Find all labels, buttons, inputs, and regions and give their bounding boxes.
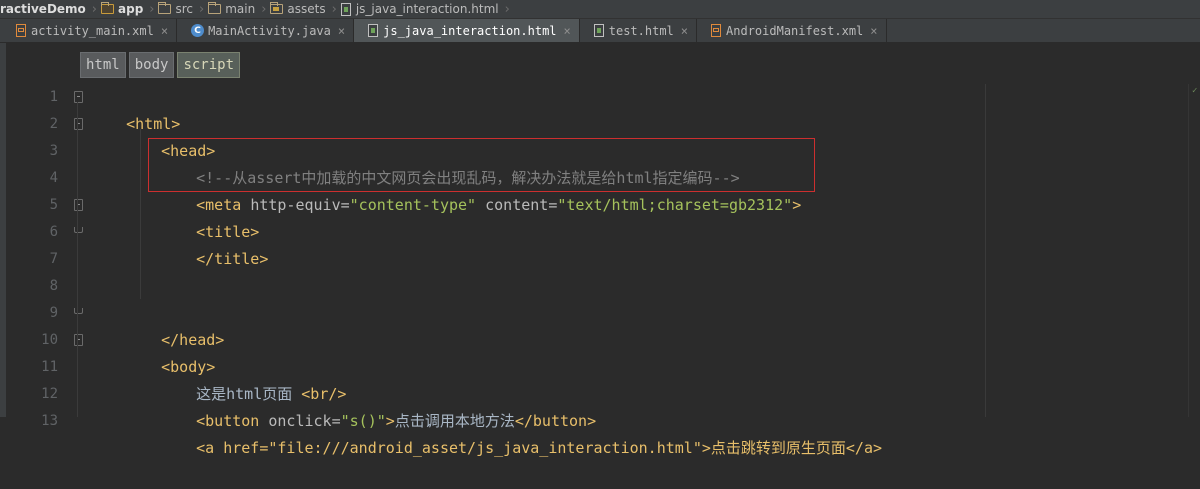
folder-icon bbox=[158, 2, 172, 14]
line-number: 10 bbox=[41, 332, 58, 348]
tab-js-java-interaction-html[interactable]: js_java_interaction.html × bbox=[354, 19, 580, 42]
value-token: "content-type" bbox=[349, 196, 477, 214]
annotation-highlight-box bbox=[148, 138, 815, 192]
fold-toggle-icon[interactable] bbox=[74, 199, 83, 211]
tab-label: MainActivity.java bbox=[208, 23, 331, 38]
code-line-12: <button onclick="s()">点击调用本地方法</button> bbox=[160, 381, 596, 430]
line-number-gutter: 1 2 3 4 5 6 7 8 9 10 11 12 13 bbox=[6, 84, 83, 429]
code-line-6: </title> bbox=[160, 219, 268, 268]
tag-chip-html[interactable]: html bbox=[80, 52, 126, 78]
html-file-icon bbox=[368, 24, 379, 37]
breadcrumb-assets[interactable]: assets bbox=[268, 0, 329, 18]
right-margin-guide bbox=[985, 84, 986, 417]
value-token: "text/html;charset=gb2312" bbox=[557, 196, 793, 214]
tab-label: js_java_interaction.html bbox=[383, 23, 557, 38]
breadcrumb-project[interactable]: ractiveDemo bbox=[0, 0, 90, 18]
tab-test-html[interactable]: test.html × bbox=[580, 19, 698, 42]
code-editor[interactable]: <html> <head> <!--从assert中加载的中文网页会出现乱码，解… bbox=[77, 84, 990, 457]
breadcrumb-src-label: src bbox=[175, 2, 194, 16]
fold-toggle-icon[interactable] bbox=[74, 334, 83, 346]
breadcrumb-app[interactable]: app bbox=[99, 0, 147, 18]
tab-label: activity_main.xml bbox=[31, 23, 154, 38]
code-line-10: <body> bbox=[125, 327, 215, 376]
line-number: 12 bbox=[41, 386, 58, 402]
attribute-token: http-equiv= bbox=[250, 196, 350, 214]
fold-toggle-icon[interactable] bbox=[74, 118, 83, 130]
xml-file-icon bbox=[16, 24, 26, 37]
navigation-breadcrumb: ractiveDemo › app › src › main › assets … bbox=[0, 0, 1200, 19]
breadcrumb-main-label: main bbox=[225, 2, 256, 16]
java-class-icon: C bbox=[191, 24, 205, 37]
breadcrumb-separator-icon: › bbox=[91, 1, 97, 17]
code-line-2: <head> bbox=[125, 111, 215, 160]
module-folder-icon bbox=[101, 2, 114, 14]
tag-chip-body[interactable]: body bbox=[128, 52, 175, 78]
line-number: 7 bbox=[49, 251, 58, 267]
fold-end-icon[interactable] bbox=[74, 308, 83, 314]
tag-token: <a href="file:///android_asset/js_java_i… bbox=[196, 439, 883, 457]
editor-tab-bar: activity_main.xml × C MainActivity.java … bbox=[0, 19, 1200, 43]
line-number: 8 bbox=[49, 278, 58, 294]
line-number: 13 bbox=[41, 413, 58, 429]
breadcrumb-app-label: app bbox=[118, 2, 144, 16]
breadcrumb-file-label: js_java_interaction.html bbox=[355, 2, 499, 16]
code-line-13: <a href="file:///android_asset/js_java_i… bbox=[160, 408, 882, 457]
line-number: 4 bbox=[49, 170, 58, 186]
close-icon[interactable]: × bbox=[564, 24, 571, 38]
tab-main-activity-java[interactable]: C MainActivity.java × bbox=[177, 19, 355, 42]
attribute-token: content= bbox=[476, 196, 558, 214]
breadcrumb-separator-icon: › bbox=[331, 1, 337, 17]
close-icon[interactable]: × bbox=[161, 24, 168, 38]
tab-label: AndroidManifest.xml bbox=[726, 23, 864, 38]
line-number: 11 bbox=[41, 359, 58, 375]
breadcrumb-separator-icon: › bbox=[504, 1, 510, 17]
tag-token: > bbox=[792, 196, 802, 214]
status-check-icon: ✓ bbox=[1192, 86, 1198, 96]
indent-guide bbox=[77, 102, 78, 417]
fold-toggle-icon[interactable] bbox=[74, 91, 83, 103]
xml-file-icon bbox=[711, 24, 722, 37]
fold-end-icon[interactable] bbox=[74, 227, 83, 233]
tag-chip-script[interactable]: script bbox=[177, 52, 241, 78]
breadcrumb-separator-icon: › bbox=[261, 1, 267, 17]
tag-token: </title> bbox=[196, 250, 269, 268]
code-line-1: <html> bbox=[90, 84, 180, 133]
resources-folder-icon bbox=[270, 2, 284, 14]
breadcrumb-separator-icon: › bbox=[149, 1, 155, 17]
close-icon[interactable]: × bbox=[870, 24, 877, 38]
code-line-5: <title> bbox=[160, 192, 259, 241]
breadcrumb-main[interactable]: main bbox=[206, 0, 259, 18]
breadcrumb-file[interactable]: js_java_interaction.html bbox=[339, 0, 503, 18]
breadcrumb-project-label: ractiveDemo bbox=[0, 2, 86, 16]
breadcrumb-src[interactable]: src bbox=[156, 0, 197, 18]
breadcrumb-separator-icon: › bbox=[199, 1, 205, 17]
tab-android-manifest-xml[interactable]: AndroidManifest.xml × bbox=[697, 19, 887, 42]
breadcrumb-assets-label: assets bbox=[287, 2, 326, 16]
tab-label: test.html bbox=[608, 23, 674, 38]
line-number: 1 bbox=[49, 89, 58, 105]
tag-path-bar: html body script bbox=[80, 52, 241, 78]
line-number: 5 bbox=[49, 197, 58, 213]
close-icon[interactable]: × bbox=[681, 24, 688, 38]
code-line-11: 这是html页面 <br/> bbox=[160, 354, 346, 403]
editor-scrollbar[interactable] bbox=[1188, 84, 1200, 417]
html-file-icon bbox=[340, 2, 351, 16]
folder-icon bbox=[208, 2, 222, 14]
html-file-icon bbox=[593, 24, 604, 37]
line-number: 2 bbox=[49, 116, 58, 132]
code-line-9: </head> bbox=[125, 300, 224, 349]
line-number: 9 bbox=[49, 305, 58, 321]
line-number: 6 bbox=[49, 224, 58, 240]
line-number: 3 bbox=[49, 143, 58, 159]
close-icon[interactable]: × bbox=[338, 24, 345, 38]
tab-activity-main-xml[interactable]: activity_main.xml × bbox=[0, 19, 178, 42]
